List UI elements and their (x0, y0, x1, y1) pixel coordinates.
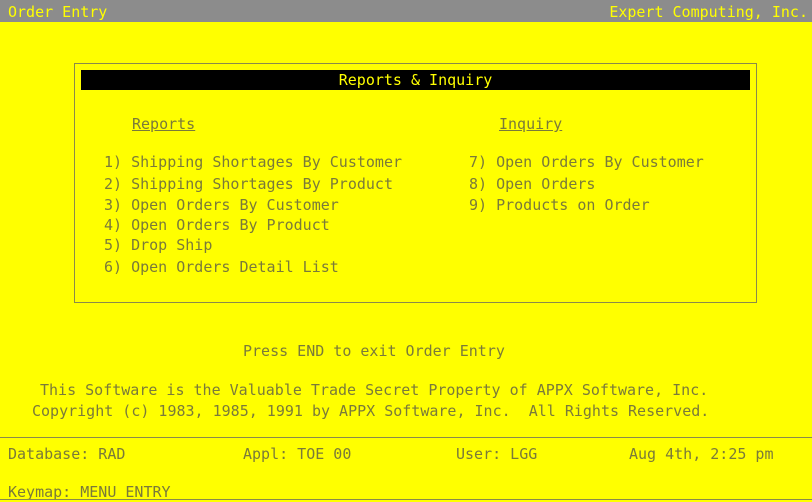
title-bar: Order Entry Expert Computing, Inc. (0, 0, 812, 22)
menu-item-shipping-shortages-by-customer[interactable]: 1) Shipping Shortages By Customer (104, 153, 402, 171)
menu-item-open-orders-by-customer-inquiry[interactable]: 7) Open Orders By Customer (469, 153, 704, 171)
menu-item-open-orders-by-product[interactable]: 4) Open Orders By Product (104, 216, 330, 234)
menu-item-shipping-shortages-by-product[interactable]: 2) Shipping Shortages By Product (104, 175, 393, 193)
keymap-underline (0, 499, 812, 500)
status-user: User: LGG (456, 445, 538, 463)
reports-inquiry-panel: Reports & Inquiry Reports Inquiry 1) Shi… (74, 63, 757, 303)
legal-notice-line2: Copyright (c) 1983, 1985, 1991 by APPX S… (32, 402, 710, 420)
menu-item-open-orders-detail-list[interactable]: 6) Open Orders Detail List (104, 258, 339, 276)
exit-hint: Press END to exit Order Entry (243, 342, 505, 360)
panel-title: Reports & Inquiry (81, 70, 750, 90)
company-name: Expert Computing, Inc. (609, 3, 808, 21)
status-divider (0, 437, 812, 438)
reports-header: Reports (132, 115, 196, 133)
status-appl: Appl: TOE 00 (243, 445, 352, 463)
menu-item-drop-ship[interactable]: 5) Drop Ship (104, 236, 212, 254)
app-title: Order Entry (8, 3, 108, 21)
legal-notice-line1: This Software is the Valuable Trade Secr… (40, 381, 709, 399)
menu-item-products-on-order[interactable]: 9) Products on Order (469, 196, 650, 214)
menu-item-open-orders-by-customer-report[interactable]: 3) Open Orders By Customer (104, 196, 339, 214)
menu-item-open-orders[interactable]: 8) Open Orders (469, 175, 595, 193)
status-database: Database: RAD (8, 445, 126, 463)
inquiry-header: Inquiry (499, 115, 563, 133)
status-datetime: Aug 4th, 2:25 pm (629, 445, 774, 463)
